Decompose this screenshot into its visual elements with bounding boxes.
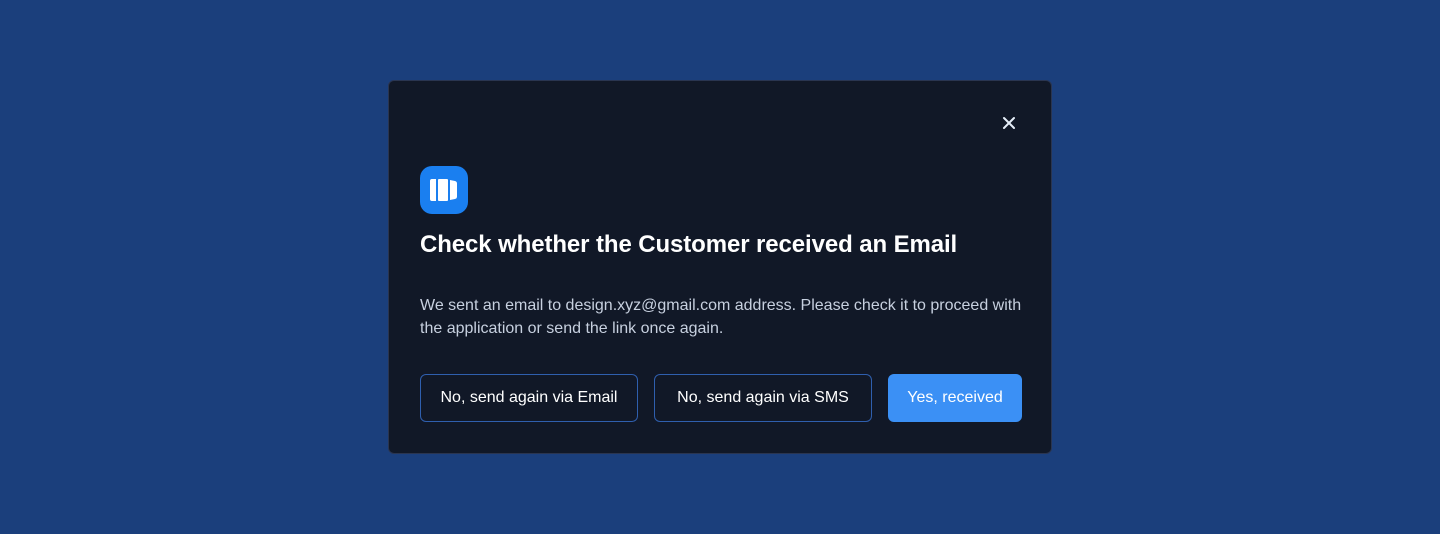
send-again-sms-button[interactable]: No, send again via SMS — [654, 374, 872, 422]
app-logo-icon — [430, 179, 457, 201]
confirm-received-button[interactable]: Yes, received — [888, 374, 1022, 422]
send-again-email-button[interactable]: No, send again via Email — [420, 374, 638, 422]
dialog-actions: No, send again via Email No, send again … — [420, 374, 1022, 422]
app-logo — [420, 166, 468, 214]
confirmation-dialog: Check whether the Customer received an E… — [388, 80, 1052, 454]
close-button[interactable] — [999, 113, 1019, 133]
dialog-description: We sent an email to design.xyz@gmail.com… — [420, 297, 1022, 337]
close-icon — [1003, 117, 1015, 129]
dialog-title: Check whether the Customer received an E… — [420, 231, 958, 258]
